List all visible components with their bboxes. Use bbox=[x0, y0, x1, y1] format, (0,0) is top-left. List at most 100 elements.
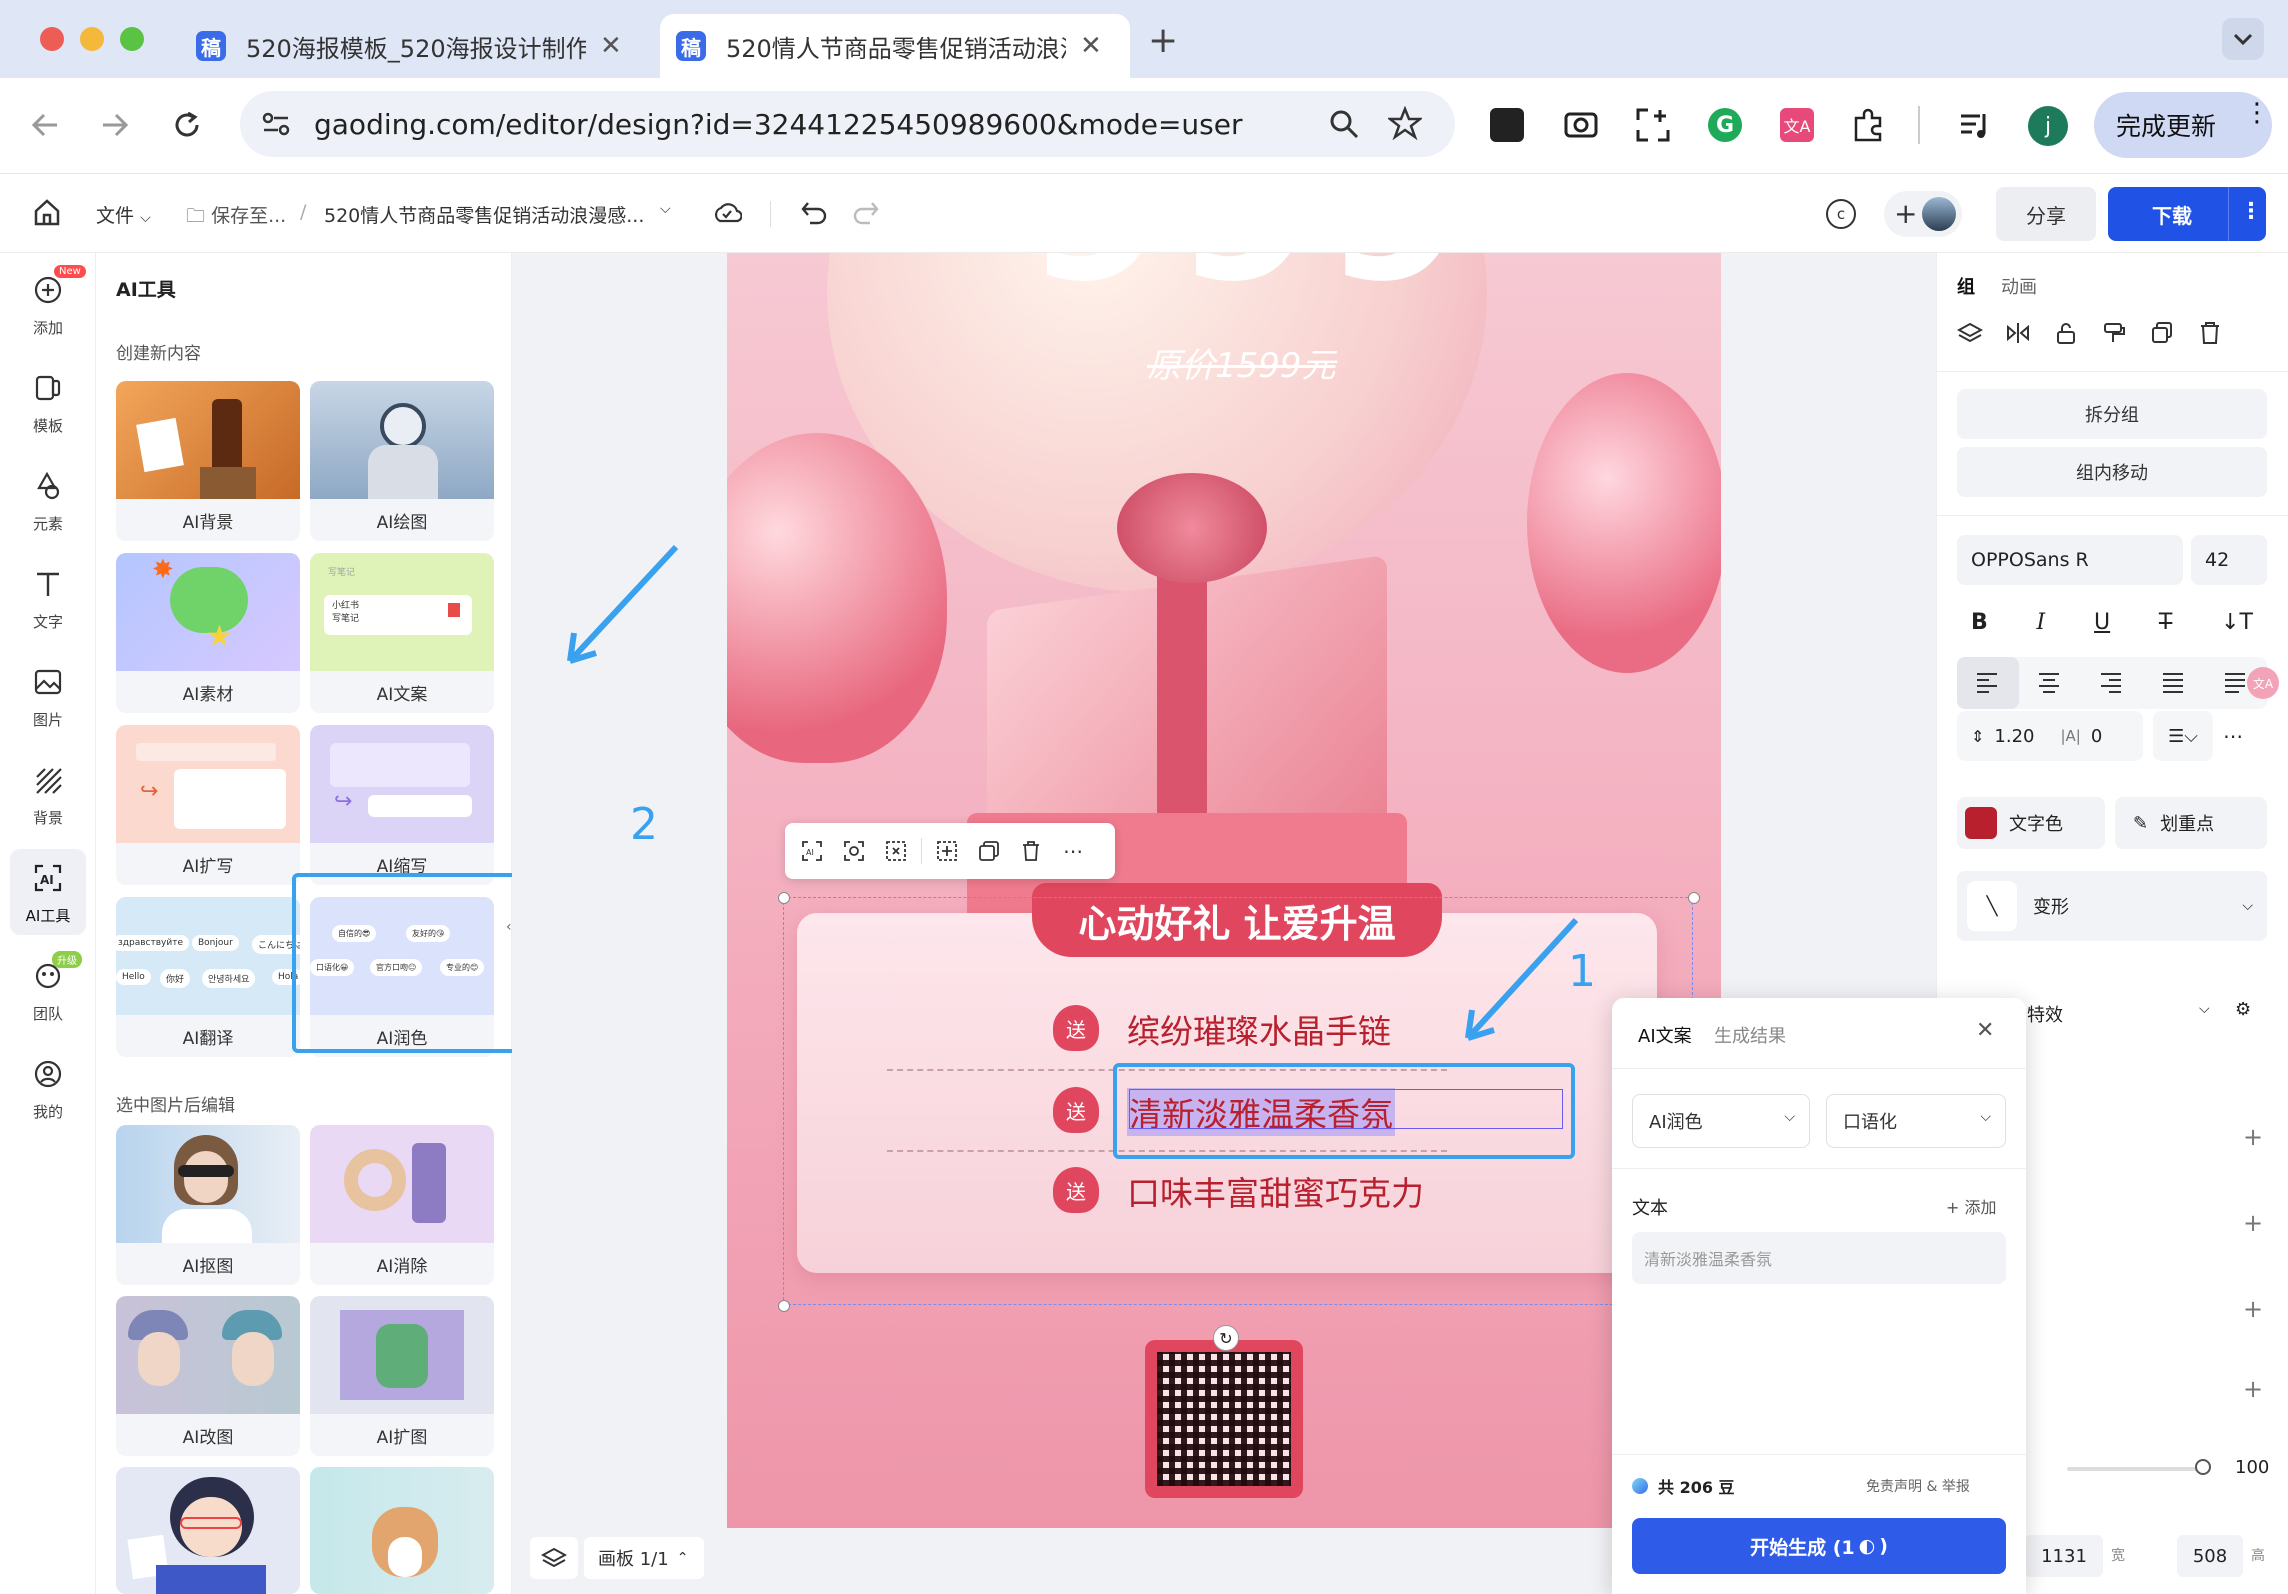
home-icon[interactable] bbox=[32, 197, 62, 227]
card-ai-pet[interactable] bbox=[310, 1467, 494, 1594]
align-center-icon[interactable] bbox=[2037, 671, 2061, 693]
bookmark-star-icon[interactable] bbox=[1388, 106, 1422, 140]
more-horizontal-icon[interactable]: ⋯ bbox=[1056, 834, 1090, 868]
layers-icon[interactable] bbox=[530, 1537, 578, 1579]
tab-animation[interactable]: 动画 bbox=[2001, 273, 2037, 299]
flip-icon[interactable] bbox=[2005, 321, 2031, 345]
redo-icon[interactable] bbox=[852, 199, 880, 225]
list-style-icon[interactable]: ☰⌵ bbox=[2153, 711, 2213, 761]
delete-icon[interactable] bbox=[1014, 834, 1048, 868]
rotate-handle-icon[interactable]: ↻ bbox=[1213, 1325, 1239, 1351]
italic-icon[interactable]: I bbox=[2037, 610, 2046, 635]
title-chevron-icon[interactable]: ⌵ bbox=[660, 201, 671, 217]
add-section-icon[interactable]: + bbox=[2243, 1123, 2263, 1151]
reload-icon[interactable] bbox=[168, 106, 206, 144]
ungroup-icon[interactable] bbox=[879, 834, 913, 868]
line-height-value[interactable]: 1.20 bbox=[1994, 726, 2034, 747]
extensions-puzzle-icon[interactable] bbox=[1852, 108, 1886, 142]
save-status[interactable]: 🗀 保存至... bbox=[186, 201, 286, 234]
close-tab-icon[interactable]: ✕ bbox=[600, 31, 622, 61]
popup-tab-ai-copy[interactable]: AI文案 bbox=[1638, 1022, 1692, 1048]
rail-item-team[interactable]: 团队 升级 bbox=[0, 951, 96, 1024]
close-popup-icon[interactable]: ✕ bbox=[1976, 1018, 1994, 1043]
maximize-window-button[interactable] bbox=[120, 27, 144, 51]
minimize-window-button[interactable] bbox=[80, 27, 104, 51]
layer-order-icon[interactable] bbox=[1957, 321, 1983, 345]
justify-icon[interactable] bbox=[2161, 671, 2185, 693]
card-ai-erase[interactable]: AI消除 bbox=[310, 1125, 494, 1285]
download-button[interactable]: 下载 ⋮ bbox=[2108, 187, 2266, 241]
site-settings-icon[interactable] bbox=[260, 109, 292, 139]
add-text-button[interactable]: + 添加 bbox=[1946, 1194, 1997, 1218]
cloud-sync-icon[interactable] bbox=[712, 199, 742, 225]
position-icon[interactable] bbox=[930, 834, 964, 868]
browser-tab-2[interactable]: 稿 520情人节商品零售促销活动浪漫 ✕ bbox=[660, 14, 1130, 78]
generate-button[interactable]: 开始生成 (1 ◐ ) bbox=[1632, 1518, 2006, 1574]
tab-list-chevron-icon[interactable] bbox=[2222, 18, 2264, 60]
strikethrough-icon[interactable]: T bbox=[2159, 610, 2172, 635]
add-collaborator-icon[interactable]: + bbox=[1894, 197, 1917, 230]
trash-icon[interactable] bbox=[2197, 321, 2223, 345]
forward-icon[interactable] bbox=[96, 106, 134, 144]
card-ai-cartoon[interactable] bbox=[116, 1467, 300, 1594]
add-section-icon[interactable]: + bbox=[2243, 1295, 2263, 1323]
format-painter-icon[interactable] bbox=[2101, 321, 2127, 345]
justify-all-icon[interactable] bbox=[2223, 671, 2247, 693]
opacity-slider-handle[interactable] bbox=[2195, 1459, 2211, 1475]
height-input[interactable]: 508 bbox=[2177, 1535, 2243, 1577]
camera-extension-icon[interactable] bbox=[1564, 108, 1598, 138]
download-more-icon[interactable]: ⋮ bbox=[2240, 201, 2262, 223]
new-tab-icon[interactable]: + bbox=[1148, 20, 1178, 61]
file-menu[interactable]: 文件 ⌵ bbox=[96, 201, 151, 228]
rail-item-templates[interactable]: 模板 bbox=[0, 369, 96, 436]
width-input[interactable]: 1131 bbox=[2025, 1535, 2103, 1577]
transform-section[interactable]: ╲ 变形 ⌵ bbox=[1957, 871, 2267, 941]
card-ai-draw[interactable]: AI绘图 bbox=[310, 381, 494, 541]
popup-tab-results[interactable]: 生成结果 bbox=[1714, 1022, 1786, 1048]
rail-item-background[interactable]: 背景 bbox=[0, 761, 96, 828]
rail-item-mine[interactable]: 我的 bbox=[0, 1055, 96, 1122]
align-left-icon[interactable] bbox=[1975, 671, 1999, 693]
ungroup-button[interactable]: 拆分组 bbox=[1957, 389, 2267, 439]
screenshot-extension-icon[interactable] bbox=[1636, 108, 1670, 142]
effects-chevron-icon[interactable]: ⌵ bbox=[2199, 1001, 2210, 1017]
extension-1-icon[interactable] bbox=[1490, 108, 1524, 142]
ai-recognize-icon[interactable] bbox=[837, 834, 871, 868]
text-color-button[interactable]: 文字色 bbox=[1957, 797, 2105, 849]
ai-text-icon[interactable]: AI bbox=[795, 834, 829, 868]
profile-avatar[interactable]: j bbox=[2028, 106, 2068, 146]
more-text-options-icon[interactable]: ⋯ bbox=[2223, 724, 2243, 748]
card-ai-expand[interactable]: ↪ AI扩写 bbox=[116, 725, 300, 885]
rail-item-text[interactable]: 文字 bbox=[0, 565, 96, 632]
card-ai-cutout[interactable]: AI抠图 bbox=[116, 1125, 300, 1285]
media-control-icon[interactable] bbox=[1958, 108, 1992, 142]
card-ai-outpaint[interactable]: AI扩图 bbox=[310, 1296, 494, 1456]
collapse-panel-icon[interactable]: ‹ bbox=[506, 919, 512, 935]
add-section-icon[interactable]: + bbox=[2243, 1375, 2263, 1403]
opacity-slider[interactable] bbox=[2067, 1467, 2207, 1471]
bold-icon[interactable]: B bbox=[1971, 610, 1988, 635]
move-in-group-button[interactable]: 组内移动 bbox=[1957, 447, 2267, 497]
rail-item-add[interactable]: 添加 New bbox=[0, 265, 96, 338]
font-size-input[interactable]: 42 bbox=[2191, 535, 2267, 585]
text-input[interactable]: 清新淡雅温柔香氛 bbox=[1632, 1232, 2006, 1284]
style-select[interactable]: 口语化 ⌵ bbox=[1826, 1094, 2006, 1148]
duplicate-icon[interactable] bbox=[972, 834, 1006, 868]
translate-float-icon[interactable]: 文A bbox=[2247, 667, 2279, 699]
browser-tab-1[interactable]: 稿 520海报模板_520海报设计制作 ✕ bbox=[180, 14, 650, 78]
font-family-select[interactable]: OPPOSans R bbox=[1957, 535, 2183, 585]
card-ai-background[interactable]: AI背景 bbox=[116, 381, 300, 541]
close-window-button[interactable] bbox=[40, 27, 64, 51]
doc-title[interactable]: 520情人节商品零售促销活动浪漫感... bbox=[324, 201, 644, 228]
card-ai-modify[interactable]: AI改图 bbox=[116, 1296, 300, 1456]
tab-group[interactable]: 组 bbox=[1957, 273, 1975, 299]
copy-icon[interactable] bbox=[2149, 321, 2175, 345]
unlock-icon[interactable] bbox=[2053, 321, 2079, 345]
letter-spacing-value[interactable]: 0 bbox=[2091, 726, 2102, 747]
align-right-icon[interactable] bbox=[2099, 671, 2123, 693]
share-button[interactable]: 分享 bbox=[1996, 187, 2096, 241]
copyright-icon[interactable]: c bbox=[1826, 199, 1856, 229]
opacity-value[interactable]: 100 bbox=[2235, 1457, 2269, 1478]
resize-handle[interactable] bbox=[778, 892, 790, 904]
rail-item-elements[interactable]: 元素 bbox=[0, 467, 96, 534]
